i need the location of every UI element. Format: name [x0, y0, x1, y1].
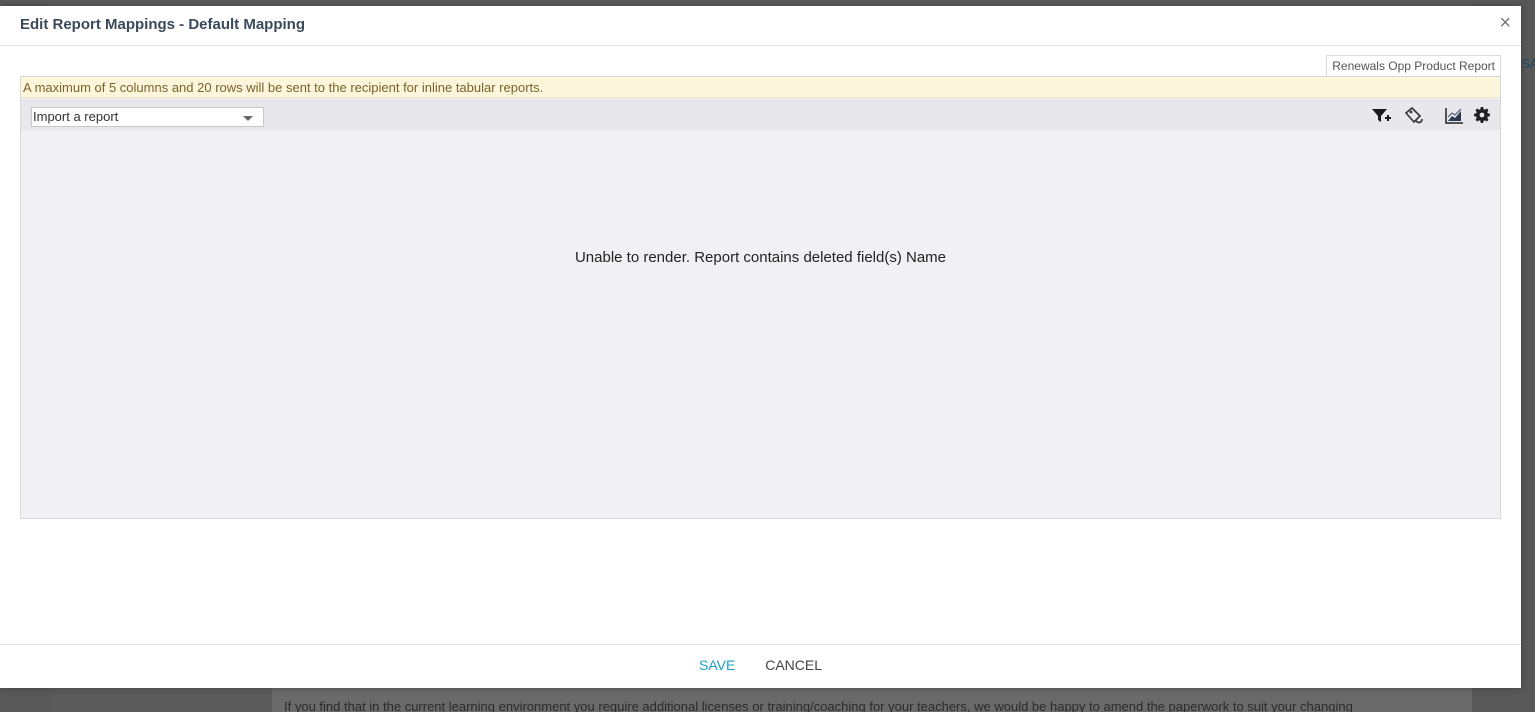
import-report-select-value: Import a report	[33, 109, 119, 124]
gear-icon[interactable]	[1471, 105, 1493, 127]
footer-buttons: SAVE CANCEL	[0, 645, 1521, 689]
background-edge-text: SA	[1521, 56, 1535, 71]
save-button[interactable]: SAVE	[699, 645, 735, 685]
tag-icon[interactable]	[1403, 105, 1425, 127]
import-report-select[interactable]: Import a report	[31, 107, 264, 127]
report-name-tag: Renewals Opp Product Report	[1326, 55, 1501, 76]
modal-header: Edit Report Mappings - Default Mapping ×	[0, 6, 1521, 46]
modal-title: Edit Report Mappings - Default Mapping	[20, 16, 305, 33]
edit-report-mappings-modal: Edit Report Mappings - Default Mapping ×…	[0, 6, 1521, 688]
chevron-down-icon	[243, 116, 253, 121]
background-body-text: If you find that in the current learning…	[284, 699, 1353, 712]
render-error-message: Unable to render. Report contains delete…	[574, 249, 947, 266]
chart-icon[interactable]	[1443, 105, 1465, 127]
filter-add-icon[interactable]	[1370, 105, 1392, 127]
report-toolbar: Import a report	[21, 99, 1500, 130]
cancel-button[interactable]: CANCEL	[765, 645, 822, 685]
modal-footer: SAVE CANCEL	[0, 644, 1521, 689]
report-panel: A maximum of 5 columns and 20 rows will …	[20, 76, 1501, 519]
close-button[interactable]: ×	[1499, 12, 1511, 34]
inline-report-notice: A maximum of 5 columns and 20 rows will …	[21, 77, 1500, 98]
